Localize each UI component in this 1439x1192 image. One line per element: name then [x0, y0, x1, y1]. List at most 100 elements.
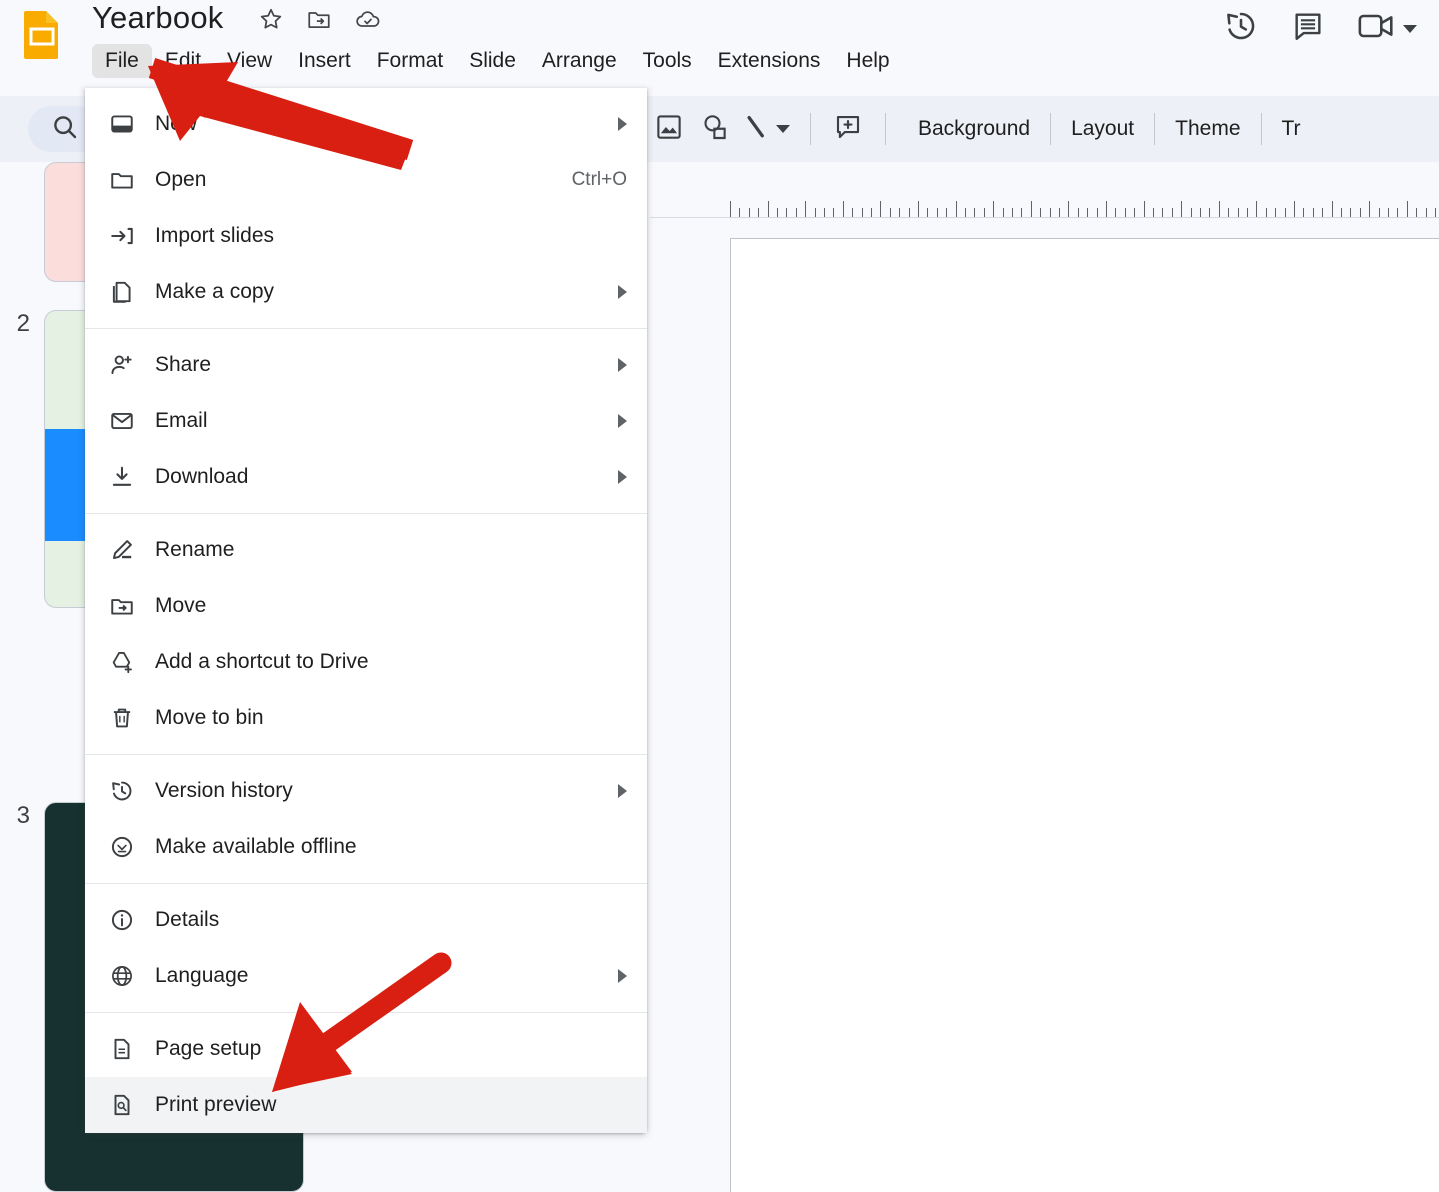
file-menu-item-rename[interactable]: Rename: [85, 522, 647, 578]
menu-slide[interactable]: Slide: [456, 44, 529, 78]
ruler-tick: [814, 208, 816, 217]
add-comment-button[interactable]: [825, 106, 871, 152]
move-to-folder-icon[interactable]: [306, 6, 332, 32]
ruler-tick: [1378, 208, 1380, 217]
file-menu-label-version-history: Version history: [155, 779, 293, 802]
file-menu-item-make-available-offline[interactable]: Make available offline: [85, 819, 647, 875]
menu-edit[interactable]: Edit: [152, 44, 214, 78]
submenu-arrow-icon: [618, 414, 627, 428]
ruler-tick: [1134, 208, 1136, 217]
line-button[interactable]: [738, 106, 774, 152]
slide-canvas[interactable]: [730, 238, 1439, 1192]
ruler-tick: [1153, 208, 1154, 217]
file-menu-shortcut-open: Ctrl+O: [571, 169, 627, 190]
ruler-tick: [1275, 208, 1277, 217]
ruler-tick: [730, 201, 731, 217]
file-menu-item-language[interactable]: Language: [85, 948, 647, 1004]
meet-camera-icon[interactable]: [1357, 9, 1397, 48]
layout-button[interactable]: Layout: [1053, 117, 1152, 141]
ruler-tick: [918, 201, 919, 217]
ruler-tick: [739, 208, 741, 217]
menu-view[interactable]: View: [214, 44, 285, 78]
ruler-tick: [1350, 208, 1352, 217]
insert-image-button[interactable]: [646, 106, 692, 152]
globe-icon: [107, 961, 137, 991]
file-menu-label-print-preview: Print preview: [155, 1093, 277, 1116]
ruler-tick: [1077, 208, 1079, 217]
ruler-tick: [842, 201, 844, 217]
file-menu-dropdown[interactable]: New Open Ctrl+O Import slides Make a cop…: [85, 88, 647, 1133]
offline-check-icon: [107, 832, 137, 862]
file-menu-item-print-preview[interactable]: Print preview: [85, 1077, 647, 1133]
trash-icon: [107, 703, 137, 733]
menu-arrange[interactable]: Arrange: [529, 44, 630, 78]
file-menu-label-language: Language: [155, 964, 249, 987]
add-comment-icon: [833, 112, 863, 147]
ruler-tick: [1143, 201, 1145, 217]
file-menu-item-page-setup[interactable]: Page setup: [85, 1021, 647, 1077]
file-menu-label-make-a-copy: Make a copy: [155, 280, 275, 303]
file-menu-label-share: Share: [155, 353, 212, 376]
file-menu-item-email[interactable]: Email: [85, 393, 647, 449]
menu-extensions[interactable]: Extensions: [705, 44, 834, 78]
menu-separator: [85, 1012, 647, 1013]
ruler-tick: [983, 208, 985, 217]
ruler-tick: [777, 208, 778, 217]
submenu-arrow-icon: [618, 117, 627, 131]
ruler-tick: [1040, 208, 1042, 217]
horizontal-ruler[interactable]: [650, 182, 1439, 218]
meet-button[interactable]: [1357, 9, 1417, 48]
background-button[interactable]: Background: [900, 117, 1048, 141]
file-menu-item-download[interactable]: Download: [85, 449, 647, 505]
slides-logo-icon[interactable]: [22, 9, 62, 61]
ruler-tick: [1181, 201, 1183, 217]
file-menu-item-add-shortcut-to-drive[interactable]: Add a shortcut to Drive: [85, 634, 647, 690]
ruler-tick: [824, 208, 825, 217]
ruler-tick: [1209, 208, 1211, 217]
menu-file[interactable]: File: [92, 44, 152, 78]
file-menu-label-move: Move: [155, 594, 207, 617]
ruler-tick: [1425, 208, 1427, 217]
comment-history-icon[interactable]: [1291, 9, 1325, 48]
new-presentation-icon: [107, 109, 137, 139]
file-menu-item-new[interactable]: New: [85, 96, 647, 152]
download-icon: [107, 462, 137, 492]
menu-insert[interactable]: Insert: [285, 44, 364, 78]
file-menu-item-move[interactable]: Move: [85, 578, 647, 634]
document-title[interactable]: Yearbook: [92, 0, 223, 36]
file-menu-item-make-a-copy[interactable]: Make a copy: [85, 264, 647, 320]
menu-tools[interactable]: Tools: [630, 44, 705, 78]
file-menu-item-move-to-bin[interactable]: Move to bin: [85, 690, 647, 746]
file-menu-item-open[interactable]: Open Ctrl+O: [85, 152, 647, 208]
file-menu-item-import-slides[interactable]: Import slides: [85, 208, 647, 264]
ruler-tick: [1200, 208, 1201, 217]
menu-format[interactable]: Format: [364, 44, 457, 78]
menu-help[interactable]: Help: [833, 44, 902, 78]
chevron-down-icon[interactable]: [1403, 24, 1417, 33]
version-history-icon: [107, 776, 137, 806]
file-menu-item-details[interactable]: Details: [85, 892, 647, 948]
shape-button[interactable]: [692, 106, 738, 152]
image-icon: [654, 112, 684, 147]
ruler-tick: [1416, 208, 1418, 217]
file-menu-item-version-history[interactable]: Version history: [85, 763, 647, 819]
star-icon[interactable]: [258, 6, 284, 32]
drive-shortcut-icon: [107, 647, 137, 677]
ruler-tick: [1435, 208, 1436, 217]
transition-button[interactable]: Tr: [1264, 117, 1319, 141]
theme-button[interactable]: Theme: [1157, 117, 1258, 141]
ruler-tick: [1115, 208, 1117, 217]
ruler-tick: [1087, 208, 1089, 217]
line-dropdown-chevron-down-icon[interactable]: [776, 125, 790, 133]
google-slides-window: Yearbook File Edit View Insert Format Sl…: [0, 0, 1439, 1192]
version-history-icon[interactable]: [1223, 8, 1259, 49]
ruler-tick: [1002, 208, 1004, 217]
menu-separator: [85, 883, 647, 884]
cloud-check-icon[interactable]: [354, 6, 380, 32]
file-menu-item-share[interactable]: Share: [85, 337, 647, 393]
file-menu-label-make-available-offline: Make available offline: [155, 835, 357, 858]
line-icon: [741, 112, 771, 147]
ruler-tick: [1237, 208, 1239, 217]
ruler-tick: [1228, 208, 1230, 217]
ruler-tick: [1369, 201, 1371, 217]
